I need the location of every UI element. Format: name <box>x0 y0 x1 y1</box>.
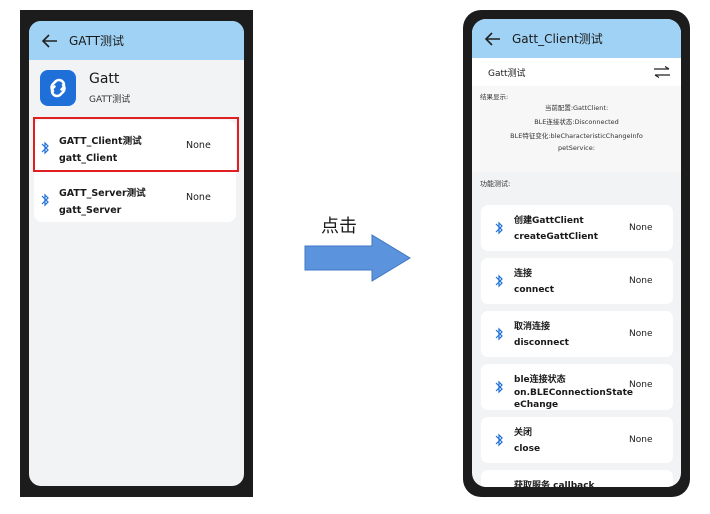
result-line: 当前配置:GattClient: <box>544 104 609 112</box>
bluetooth-icon <box>495 433 503 447</box>
item-subtitle: close <box>514 444 541 454</box>
app-subtitle: GATT测试 <box>89 94 131 105</box>
item-status: None <box>629 223 653 233</box>
sub-header-title: Gatt测试 <box>488 68 526 79</box>
item-subtitle: on.BLEConnectionState <box>514 388 634 398</box>
item-title: 关闭 <box>514 428 533 438</box>
list-item-ble-connection-state[interactable]: ble连接状态 on.BLEConnectionState eChange No… <box>481 364 673 410</box>
item-title: 获取服务 callback <box>514 481 595 487</box>
item-subtitle: connect <box>514 285 555 295</box>
right-title-bar: Gatt_Client测试 <box>472 19 681 58</box>
list-item-gatt-server[interactable]: GATT_Server测试 gatt_Server None <box>39 180 231 220</box>
item-title: 创建GattClient <box>514 216 584 226</box>
bluetooth-icon <box>41 193 49 207</box>
left-title-bar: GATT测试 <box>29 21 244 60</box>
back-arrow-icon[interactable] <box>39 30 61 52</box>
item-subtitle-continued: eChange <box>514 400 559 410</box>
result-line: BLE连接状态:Disconnected <box>534 118 619 126</box>
list-item-get-services-callback[interactable]: 获取服务 callback <box>481 470 673 487</box>
back-arrow-icon[interactable] <box>482 28 504 50</box>
list-item-connect[interactable]: 连接 connect None <box>481 258 673 304</box>
list-item-disconnect[interactable]: 取消连接 disconnect None <box>481 311 673 357</box>
item-title: 连接 <box>514 269 533 279</box>
list-item-create-gatt-client[interactable]: 创建GattClient createGattClient None <box>481 205 673 251</box>
result-panel: 结果显示: 当前配置:GattClient: BLE连接状态:Disconnec… <box>472 86 681 172</box>
right-phone-screen: Gatt_Client测试 Gatt测试 结果显示: 当前配置:GattClie… <box>472 19 681 487</box>
function-test-label: 功能测试: <box>480 180 511 188</box>
result-line: petService: <box>558 144 595 152</box>
sub-header: Gatt测试 <box>472 58 681 86</box>
app-name: Gatt <box>89 70 120 87</box>
item-status: None <box>629 329 653 339</box>
swap-icon[interactable] <box>653 66 671 78</box>
bluetooth-icon <box>495 274 503 288</box>
item-status: None <box>629 380 653 390</box>
bluetooth-icon <box>495 380 503 394</box>
gatt-logo-icon <box>40 69 76 106</box>
bluetooth-icon <box>495 327 503 341</box>
item-status: None <box>629 435 653 445</box>
left-page-title: GATT测试 <box>69 34 125 48</box>
right-phone-frame: Gatt_Client测试 Gatt测试 结果显示: 当前配置:GattClie… <box>463 10 690 497</box>
right-page-title: Gatt_Client测试 <box>512 32 603 46</box>
item-title: GATT_Server测试 <box>59 187 146 199</box>
highlight-box <box>33 117 239 172</box>
item-subtitle: disconnect <box>514 338 569 348</box>
item-title: 取消连接 <box>514 322 551 332</box>
right-arrow-icon <box>304 234 411 282</box>
left-phone-screen: GATT测试 Gatt GATT测试 GATT_Client测试 gatt_Cl… <box>29 21 244 486</box>
app-header: Gatt GATT测试 <box>29 60 244 115</box>
item-status: None <box>186 192 211 203</box>
result-label: 结果显示: <box>480 93 509 101</box>
item-subtitle: createGattClient <box>514 232 599 242</box>
item-subtitle: gatt_Server <box>59 204 122 216</box>
bluetooth-icon <box>495 221 503 235</box>
item-status: None <box>629 276 653 286</box>
result-line: BLE特征变化:bleCharacteristicChangeInfo <box>510 132 643 140</box>
list-item-close[interactable]: 关闭 close None <box>481 417 673 463</box>
left-phone-frame: GATT测试 Gatt GATT测试 GATT_Client测试 gatt_Cl… <box>20 10 253 497</box>
item-title: ble连接状态 <box>514 375 566 385</box>
